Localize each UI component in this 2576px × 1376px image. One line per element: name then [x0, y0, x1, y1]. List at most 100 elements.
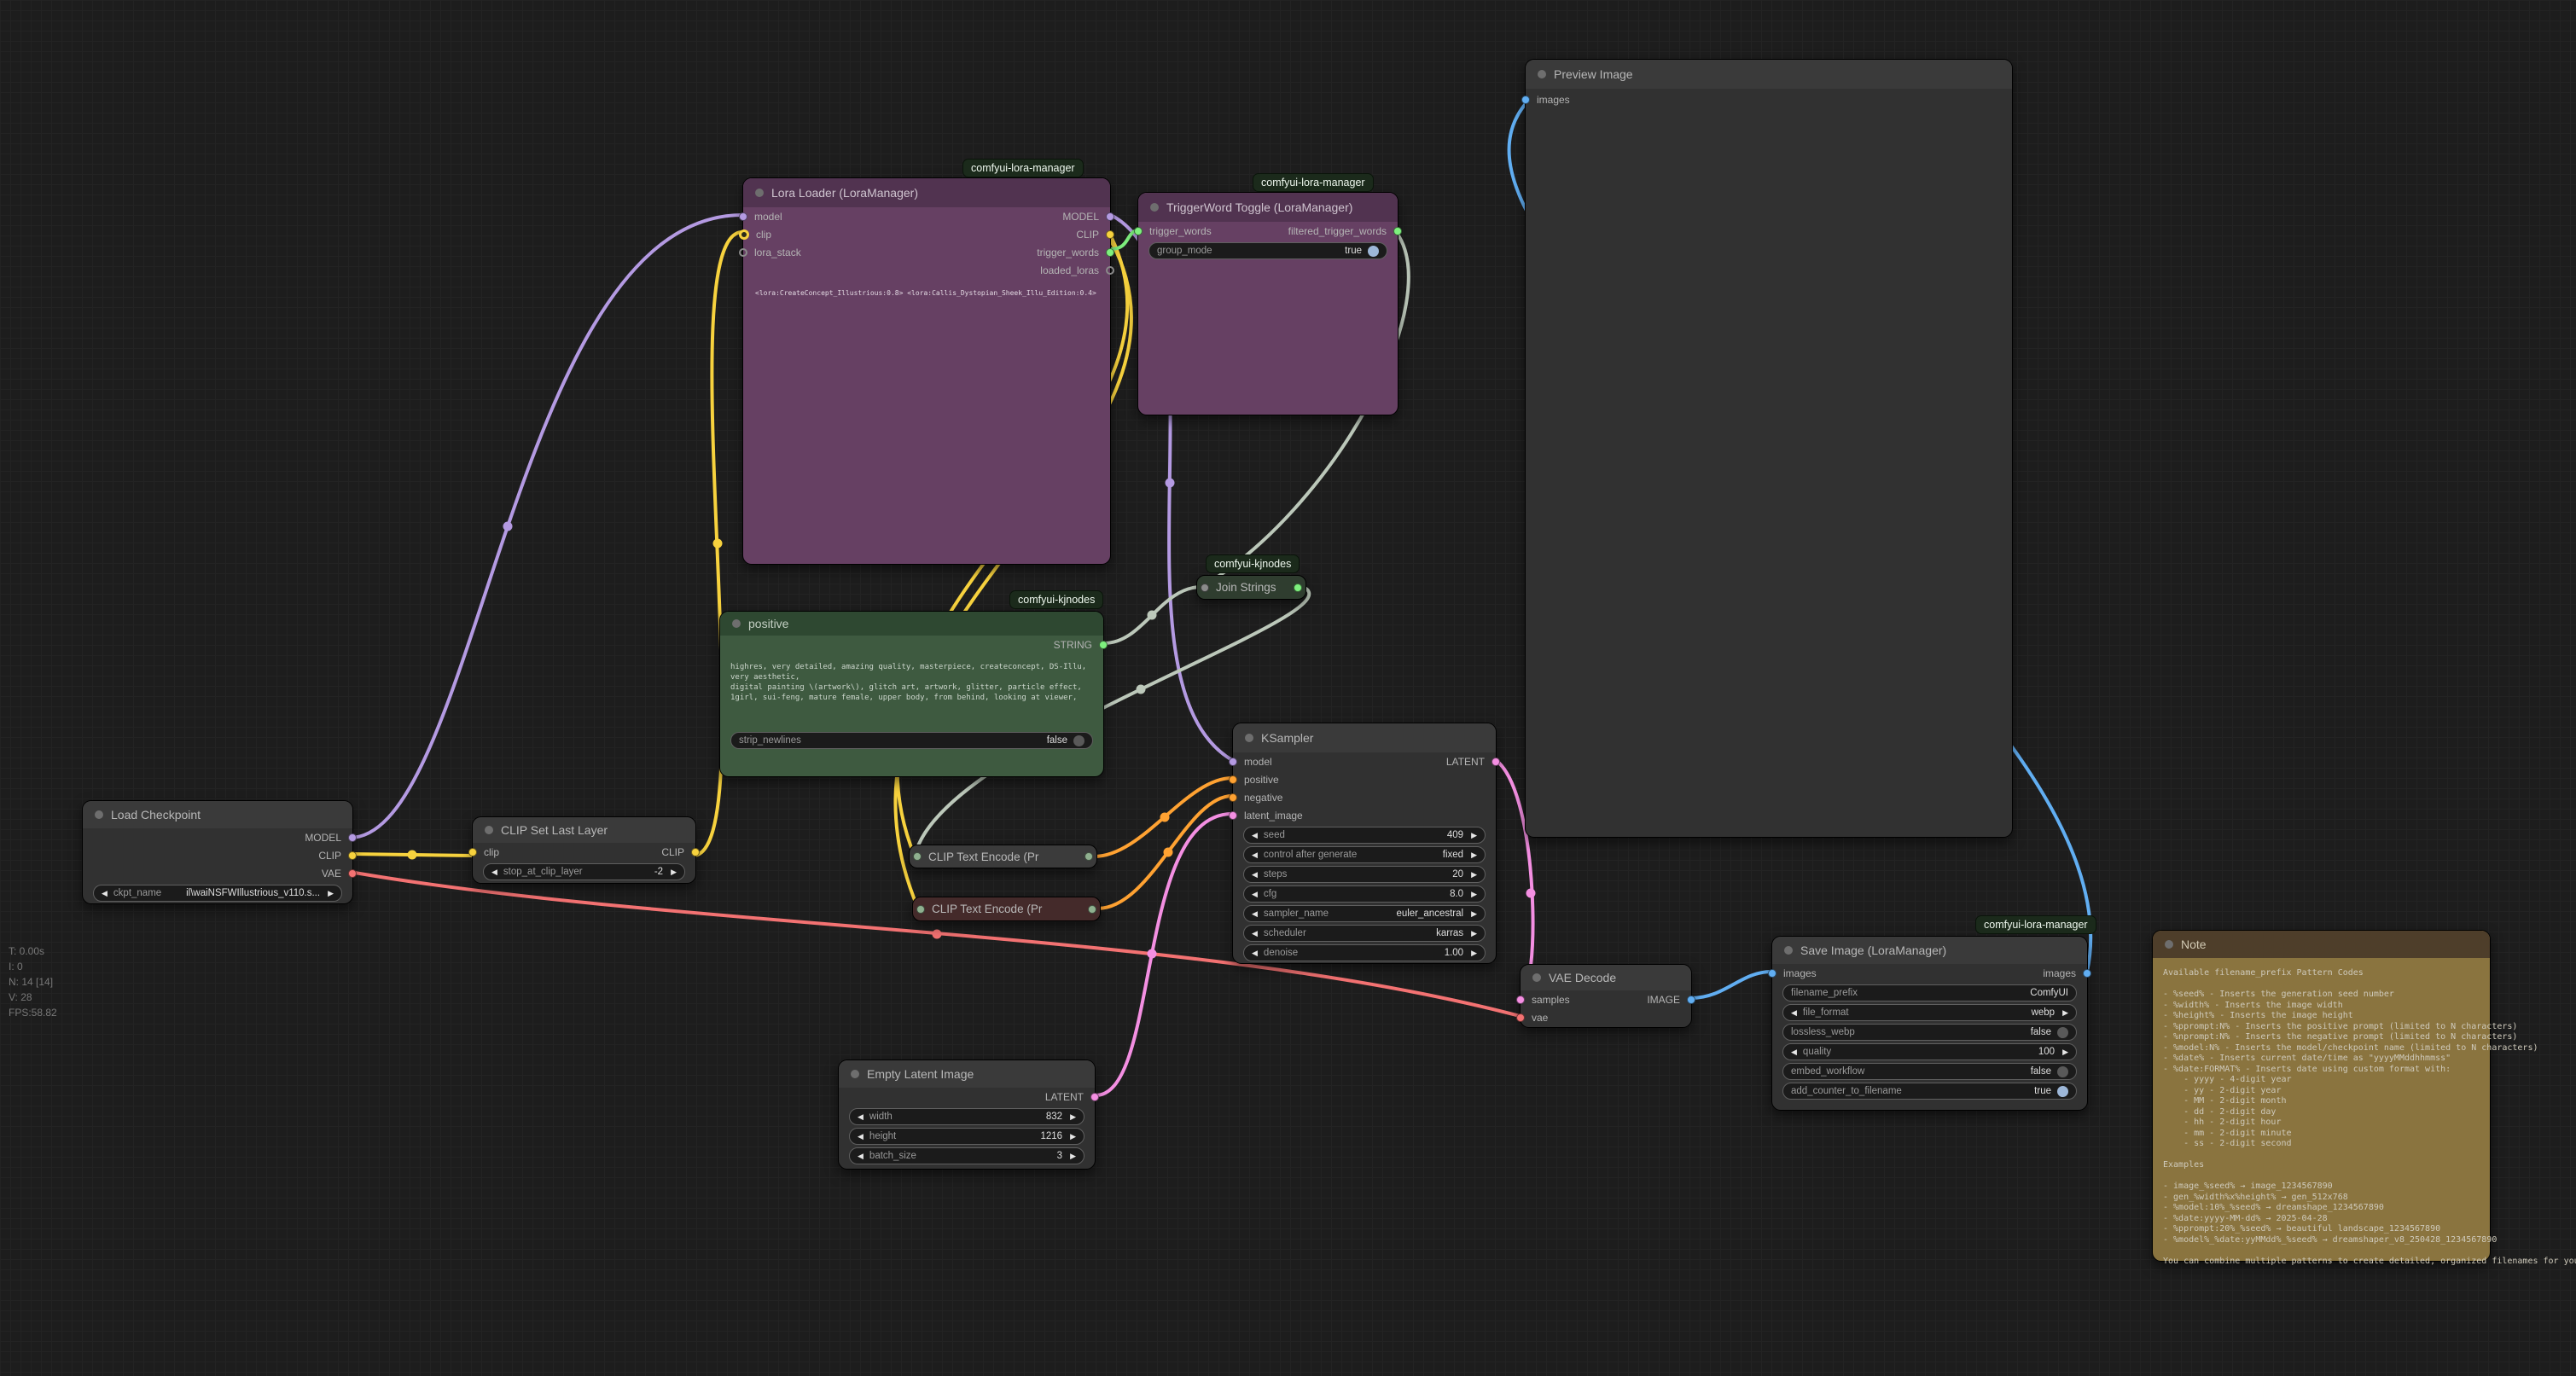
vae-input-port[interactable] — [1516, 1013, 1525, 1022]
collapse-dot[interactable] — [485, 826, 493, 834]
prev-arrow-icon[interactable]: ◀ — [858, 1152, 864, 1160]
string-output-port[interactable] — [1099, 641, 1108, 649]
images-input-port[interactable] — [1521, 96, 1530, 104]
vae-output-port[interactable] — [348, 869, 357, 878]
node-positive-string[interactable]: positive STRING highres, very detailed, … — [719, 611, 1104, 777]
denoise-widget[interactable]: ◀denoise1.00▶ — [1243, 944, 1486, 961]
prompt-text[interactable]: highres, very detailed, amazing quality,… — [730, 662, 1103, 713]
node-clip-text-encode-negative[interactable]: CLIP Text Encode (Pr — [912, 897, 1101, 921]
clip-output-port[interactable] — [691, 848, 700, 856]
collapse-dot[interactable] — [732, 619, 741, 628]
next-arrow-icon[interactable]: ▶ — [1070, 1113, 1076, 1121]
filtered-trigger-words-output-port[interactable] — [1393, 227, 1402, 235]
collapse-dot[interactable] — [913, 852, 922, 861]
next-arrow-icon[interactable]: ▶ — [1070, 1152, 1076, 1160]
node-join-strings[interactable]: Join Strings — [1196, 575, 1306, 600]
prev-arrow-icon[interactable]: ◀ — [1252, 851, 1258, 859]
prev-arrow-icon[interactable]: ◀ — [1252, 832, 1258, 839]
stop-at-clip-layer-widget[interactable]: ◀ stop_at_clip_layer -2 ▶ — [483, 863, 685, 880]
model-input-port[interactable] — [1229, 758, 1237, 766]
seed-widget[interactable]: ◀seed409▶ — [1243, 827, 1486, 844]
collapse-dot[interactable] — [1784, 946, 1793, 955]
control-after-generate-widget[interactable]: ◀control after generatefixed▶ — [1243, 846, 1486, 863]
collapse-dot[interactable] — [1245, 734, 1253, 742]
image-output-port[interactable] — [1687, 996, 1695, 1004]
prev-arrow-icon[interactable]: ◀ — [858, 1113, 864, 1121]
next-arrow-icon[interactable]: ▶ — [2062, 1009, 2068, 1017]
toggle-circle-icon[interactable] — [2057, 1027, 2068, 1038]
collapse-dot[interactable] — [755, 189, 764, 197]
prev-arrow-icon[interactable]: ◀ — [491, 868, 497, 876]
next-arrow-icon[interactable]: ▶ — [2062, 1048, 2068, 1056]
clip-output-port[interactable] — [348, 851, 357, 860]
clip-output-port[interactable] — [1106, 230, 1114, 239]
node-triggerword-toggle[interactable]: TriggerWord Toggle (LoraManager) trigger… — [1137, 192, 1398, 415]
note-text[interactable]: Available filename_prefix Pattern Codes … — [2163, 968, 2490, 1267]
toggle-circle-icon[interactable] — [1073, 735, 1084, 746]
group-mode-toggle[interactable]: group_mode true — [1148, 242, 1387, 259]
collapse-dot[interactable] — [1532, 973, 1541, 982]
trigger-words-input-port[interactable] — [1134, 227, 1143, 235]
node-ksampler[interactable]: KSampler model LATENT positive negative … — [1232, 723, 1497, 964]
latent-output-port[interactable] — [1090, 1093, 1099, 1101]
collapse-dot[interactable] — [916, 905, 925, 914]
node-lora-loader[interactable]: Lora Loader (LoraManager) model MODEL cl… — [742, 177, 1111, 565]
filename-prefix-widget[interactable]: filename_prefixComfyUI — [1782, 984, 2077, 1002]
model-output-port[interactable] — [1106, 212, 1114, 221]
negative-input-port[interactable] — [1229, 793, 1237, 802]
string-output-port[interactable] — [1294, 583, 1302, 592]
node-clip-set-last-layer[interactable]: CLIP Set Last Layer clip CLIP ◀ stop_at_… — [472, 816, 696, 884]
clip-input-port[interactable] — [739, 229, 749, 240]
next-arrow-icon[interactable]: ▶ — [1471, 949, 1477, 957]
samples-input-port[interactable] — [1516, 996, 1525, 1004]
collapse-dot[interactable] — [2165, 940, 2173, 949]
lossless-webp-toggle[interactable]: lossless_webpfalse — [1782, 1024, 2077, 1041]
node-empty-latent-image[interactable]: Empty Latent Image LATENT ◀width832▶ ◀he… — [838, 1060, 1096, 1170]
latent-image-input-port[interactable] — [1229, 811, 1237, 820]
lora-syntax-text[interactable]: <lora:CreateConcept_Illustrious:0.8> <lo… — [755, 289, 1110, 297]
prev-arrow-icon[interactable]: ◀ — [1791, 1048, 1797, 1056]
lora-stack-input-port[interactable] — [739, 248, 747, 257]
clip-input-port[interactable] — [468, 848, 477, 856]
collapse-dot[interactable] — [851, 1070, 859, 1078]
toggle-circle-icon[interactable] — [1368, 246, 1379, 257]
trigger-words-output-port[interactable] — [1106, 248, 1114, 257]
conditioning-output-port[interactable] — [1084, 852, 1093, 861]
prev-arrow-icon[interactable]: ◀ — [1791, 1009, 1797, 1017]
ckpt-name-widget[interactable]: ◀ ckpt_name il\waiNSFWIllustrious_v110.s… — [93, 885, 342, 902]
images-input-port[interactable] — [1768, 969, 1776, 978]
latent-output-port[interactable] — [1492, 758, 1500, 766]
prev-arrow-icon[interactable]: ◀ — [1252, 949, 1258, 957]
file-format-widget[interactable]: ◀file_formatwebp▶ — [1782, 1004, 2077, 1021]
node-note[interactable]: Note Available filename_prefix Pattern C… — [2152, 930, 2491, 1262]
prev-arrow-icon[interactable]: ◀ — [1252, 891, 1258, 898]
toggle-circle-icon[interactable] — [2057, 1066, 2068, 1077]
scheduler-widget[interactable]: ◀schedulerkarras▶ — [1243, 925, 1486, 942]
next-arrow-icon[interactable]: ▶ — [1471, 930, 1477, 938]
prev-arrow-icon[interactable]: ◀ — [1252, 930, 1258, 938]
next-arrow-icon[interactable]: ▶ — [1471, 910, 1477, 918]
next-arrow-icon[interactable]: ▶ — [671, 868, 677, 876]
strip-newlines-toggle[interactable]: strip_newlines false — [730, 732, 1093, 749]
add-counter-to-filename-toggle[interactable]: add_counter_to_filenametrue — [1782, 1083, 2077, 1100]
embed-workflow-toggle[interactable]: embed_workflowfalse — [1782, 1063, 2077, 1080]
prev-arrow-icon[interactable]: ◀ — [858, 1133, 864, 1141]
sampler-name-widget[interactable]: ◀sampler_nameeuler_ancestral▶ — [1243, 905, 1486, 922]
node-vae-decode[interactable]: VAE Decode samples IMAGE vae — [1520, 964, 1692, 1028]
node-graph-canvas[interactable]: T: 0.00s I: 0 N: 14 [14] V: 28 FPS:58.82… — [0, 0, 2576, 1376]
quality-widget[interactable]: ◀quality100▶ — [1782, 1043, 2077, 1060]
positive-input-port[interactable] — [1229, 775, 1237, 784]
images-output-port[interactable] — [2083, 969, 2091, 978]
node-clip-text-encode-positive[interactable]: CLIP Text Encode (Pr — [909, 845, 1097, 868]
collapse-dot[interactable] — [1538, 70, 1546, 78]
next-arrow-icon[interactable]: ▶ — [1471, 871, 1477, 879]
collapse-dot[interactable] — [1201, 583, 1209, 592]
height-widget[interactable]: ◀height1216▶ — [849, 1128, 1084, 1145]
steps-widget[interactable]: ◀steps20▶ — [1243, 866, 1486, 883]
node-load-checkpoint[interactable]: Load Checkpoint MODEL CLIP VAE ◀ ckpt_na… — [82, 800, 353, 904]
node-preview-image[interactable]: Preview Image images — [1525, 59, 2013, 838]
prev-arrow-icon[interactable]: ◀ — [102, 890, 108, 897]
next-arrow-icon[interactable]: ▶ — [1471, 891, 1477, 898]
model-input-port[interactable] — [739, 212, 747, 221]
width-widget[interactable]: ◀width832▶ — [849, 1108, 1084, 1125]
